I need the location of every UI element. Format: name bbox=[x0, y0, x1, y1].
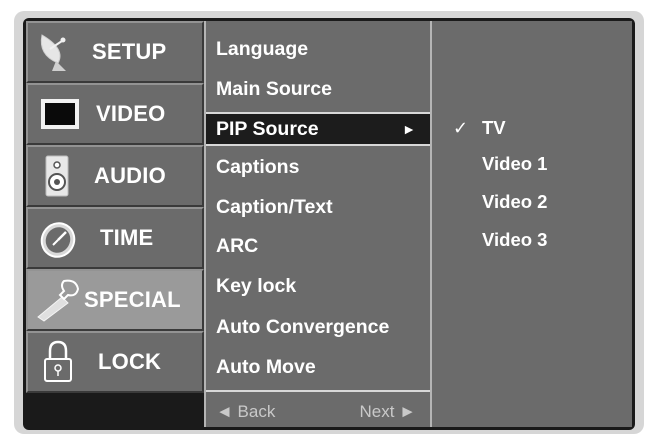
menu-item-label: Auto Move bbox=[216, 356, 316, 378]
divider bbox=[206, 112, 430, 114]
tab-time[interactable]: TIME bbox=[26, 207, 204, 269]
menu-item-language[interactable]: Language bbox=[206, 29, 430, 69]
osd-menu: SETUP VIDEO AUDIO TIME SPECIAL LOCK Lang… bbox=[23, 18, 635, 430]
back-button[interactable]: ◄ Back bbox=[216, 396, 275, 427]
tab-label: AUDIO bbox=[94, 163, 166, 188]
next-button[interactable]: Next ► bbox=[359, 396, 416, 427]
tab-video[interactable]: VIDEO bbox=[26, 83, 204, 145]
menu-item-captions[interactable]: Captions bbox=[206, 147, 430, 187]
option-video-3[interactable]: Video 3 bbox=[482, 228, 547, 252]
menu-item-auto-move[interactable]: Auto Move bbox=[206, 347, 430, 387]
menu-nav: ◄ Back Next ► bbox=[206, 396, 430, 427]
tab-label: LOCK bbox=[98, 349, 162, 374]
menu-item-label: Auto Convergence bbox=[216, 316, 390, 338]
option-tv[interactable]: TV bbox=[482, 116, 506, 140]
tab-setup[interactable]: SETUP bbox=[26, 21, 204, 83]
tab-label: VIDEO bbox=[96, 101, 166, 126]
option-video-1[interactable]: Video 1 bbox=[482, 152, 547, 176]
tab-label: TIME bbox=[100, 225, 154, 250]
menu-item-label: Main Source bbox=[216, 78, 332, 100]
wrench-key-icon bbox=[37, 279, 80, 322]
special-menu: Language Main Source PIP Source ► Captio… bbox=[204, 21, 432, 427]
menu-item-caption-text[interactable]: Caption/Text bbox=[206, 187, 430, 227]
menu-item-main-source[interactable]: Main Source bbox=[206, 69, 430, 109]
checkmark-icon: ✓ bbox=[453, 118, 469, 138]
tv-screen-icon bbox=[41, 99, 79, 129]
menu-item-arc[interactable]: ARC bbox=[206, 226, 430, 266]
menu-item-auto-convergence[interactable]: Auto Convergence bbox=[206, 307, 430, 347]
divider bbox=[206, 390, 430, 392]
padlock-icon bbox=[44, 340, 72, 382]
tab-lock[interactable]: LOCK bbox=[26, 331, 204, 393]
menu-item-label: Captions bbox=[216, 156, 300, 178]
tab-label: SETUP bbox=[92, 39, 167, 64]
menu-item-label: Caption/Text bbox=[216, 196, 333, 218]
pip-source-submenu: ✓ TV Video 1 Video 2 Video 3 bbox=[432, 21, 632, 427]
satellite-dish-icon bbox=[40, 34, 66, 71]
tab-audio[interactable]: AUDIO bbox=[26, 145, 204, 207]
speaker-icon bbox=[45, 155, 69, 197]
tab-label: SPECIAL bbox=[84, 287, 181, 312]
menu-item-pip-source[interactable]: PIP Source ► bbox=[206, 114, 430, 144]
clock-icon bbox=[40, 222, 76, 258]
submenu-arrow-icon: ► bbox=[402, 121, 416, 137]
menu-item-label: Language bbox=[216, 38, 309, 60]
menu-item-label: ARC bbox=[216, 235, 259, 257]
divider bbox=[206, 144, 430, 146]
tab-special[interactable]: SPECIAL bbox=[26, 269, 204, 331]
option-video-2[interactable]: Video 2 bbox=[482, 190, 547, 214]
menu-item-key-lock[interactable]: Key lock bbox=[206, 266, 430, 306]
menu-item-label: PIP Source bbox=[216, 118, 319, 140]
menu-item-label: Key lock bbox=[216, 275, 297, 297]
